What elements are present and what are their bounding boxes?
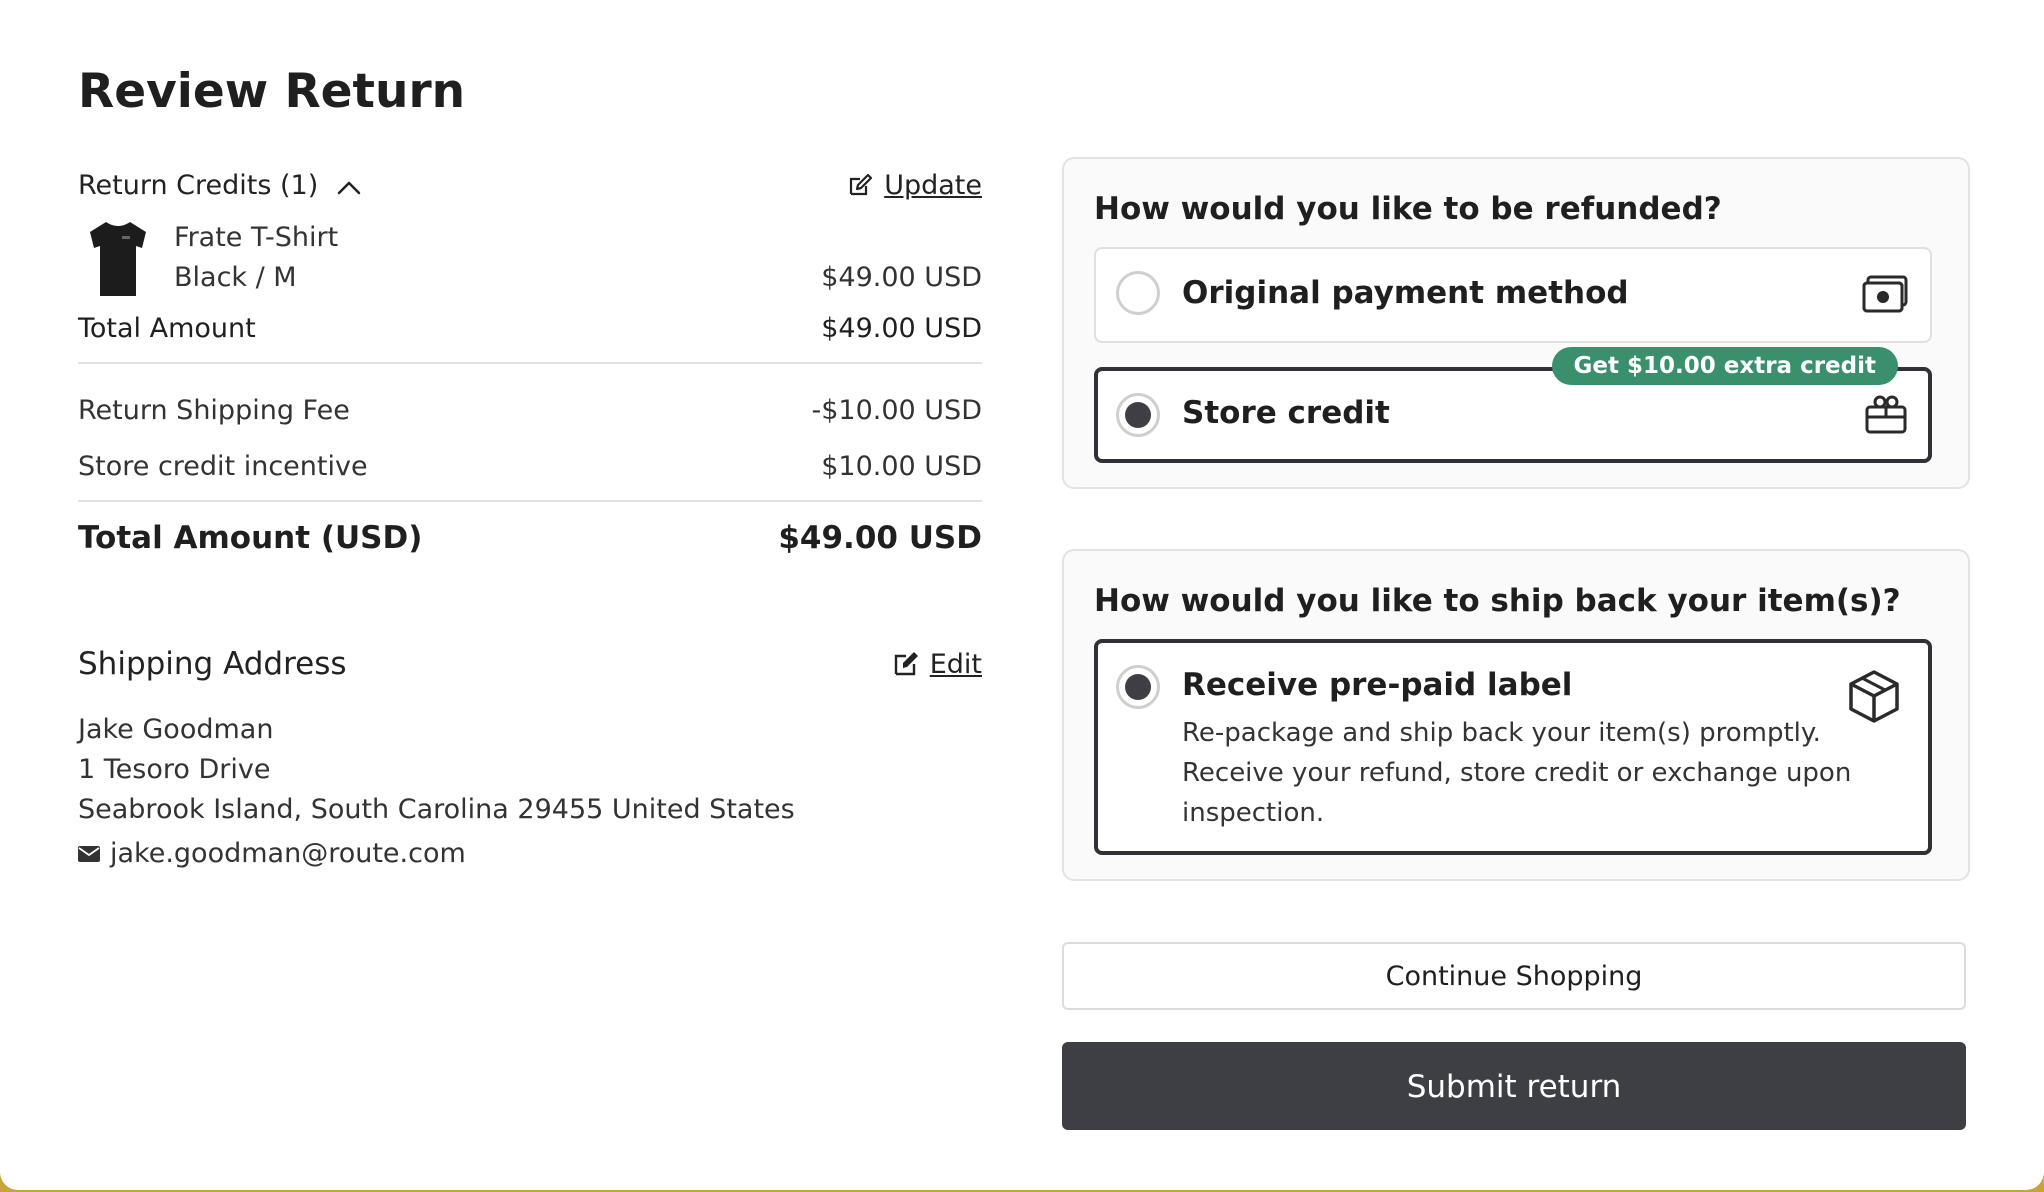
radio-button-selected[interactable] — [1116, 393, 1160, 437]
fee-row: Return Shipping Fee -$10.00 USD — [78, 382, 982, 438]
total-amount-row: Total Amount $49.00 USD — [78, 313, 982, 344]
email-line: jake.goodman@route.com — [78, 838, 982, 869]
item-price: $49.00 USD — [821, 262, 982, 293]
email-address: jake.goodman@route.com — [110, 838, 466, 869]
option-label: Store credit — [1182, 395, 1390, 431]
address-street: 1 Tesoro Drive — [78, 754, 271, 785]
fee-value: $10.00 USD — [821, 450, 982, 482]
total-label: Total Amount — [78, 313, 256, 344]
edit-icon — [894, 652, 918, 676]
item-name: Frate T-Shirt — [174, 222, 339, 253]
ship-option-prepaid-label[interactable]: Receive pre-paid label Re-package and sh… — [1094, 639, 1932, 855]
edit-icon — [850, 173, 873, 195]
review-return-page: Review Return Return Credits (1) Update — [0, 0, 2044, 1190]
shipping-address: Jake Goodman 1 Tesoro Drive Seabrook Isl… — [78, 710, 982, 830]
grand-total-row: Total Amount (USD) $49.00 USD — [78, 520, 982, 556]
shipping-header: Shipping Address Edit — [78, 646, 982, 682]
chevron-up-icon — [337, 181, 361, 194]
cash-icon — [1862, 275, 1908, 313]
extra-credit-badge: Get $10.00 extra credit — [1551, 347, 1898, 385]
divider — [78, 362, 982, 364]
gift-card-icon — [1865, 395, 1907, 434]
option-label: Original payment method — [1182, 275, 1629, 311]
page-title: Review Return — [78, 64, 466, 119]
ship-method-card: How would you like to ship back your ite… — [1062, 549, 1970, 881]
refund-option-original-payment[interactable]: Original payment method — [1094, 247, 1932, 343]
divider — [78, 500, 982, 502]
envelope-icon — [78, 845, 100, 862]
update-button[interactable]: Update — [846, 170, 982, 201]
submit-return-button[interactable]: Submit return — [1062, 1042, 1966, 1130]
product-thumbnail — [78, 217, 158, 299]
fee-label: Return Shipping Fee — [78, 394, 350, 426]
radio-button[interactable] — [1116, 271, 1160, 315]
continue-shopping-button[interactable]: Continue Shopping — [1062, 942, 1966, 1010]
tshirt-icon — [90, 222, 146, 296]
address-city: Seabrook Island, South Carolina 29455 Un… — [78, 794, 795, 825]
item-variant: Black / M — [174, 262, 297, 293]
refund-question: How would you like to be refunded? — [1094, 191, 1722, 227]
return-item: Frate T-Shirt Black / M $49.00 USD — [78, 217, 982, 299]
fee-value: -$10.00 USD — [811, 394, 983, 426]
grand-total-label: Total Amount (USD) — [78, 520, 423, 556]
edit-label: Edit — [929, 648, 982, 680]
credits-toggle[interactable]: Return Credits (1) — [78, 170, 363, 201]
credits-heading: Return Credits (1) — [78, 170, 319, 201]
return-summary: Return Credits (1) Update Frate T-Shirt … — [78, 170, 982, 869]
fee-label: Store credit incentive — [78, 450, 368, 482]
fee-row: Store credit incentive $10.00 USD — [78, 438, 982, 494]
total-value: $49.00 USD — [821, 313, 982, 344]
update-label: Update — [884, 170, 982, 201]
radio-button-selected[interactable] — [1116, 665, 1160, 709]
edit-address-button[interactable]: Edit — [892, 649, 982, 680]
address-name: Jake Goodman — [78, 714, 274, 745]
package-icon — [1849, 670, 1899, 723]
shipping-heading: Shipping Address — [78, 646, 347, 682]
ship-question: How would you like to ship back your ite… — [1094, 583, 1901, 619]
credits-header: Return Credits (1) Update — [78, 170, 982, 201]
option-description: Re-package and ship back your item(s) pr… — [1182, 718, 1852, 828]
item-details: Frate T-Shirt Black / M — [174, 218, 338, 298]
refund-method-card: How would you like to be refunded? Origi… — [1062, 157, 1970, 489]
grand-total-value: $49.00 USD — [778, 520, 982, 556]
refund-option-store-credit[interactable]: Get $10.00 extra credit Store credit — [1094, 347, 1932, 463]
option-label: Receive pre-paid label — [1182, 667, 1573, 703]
